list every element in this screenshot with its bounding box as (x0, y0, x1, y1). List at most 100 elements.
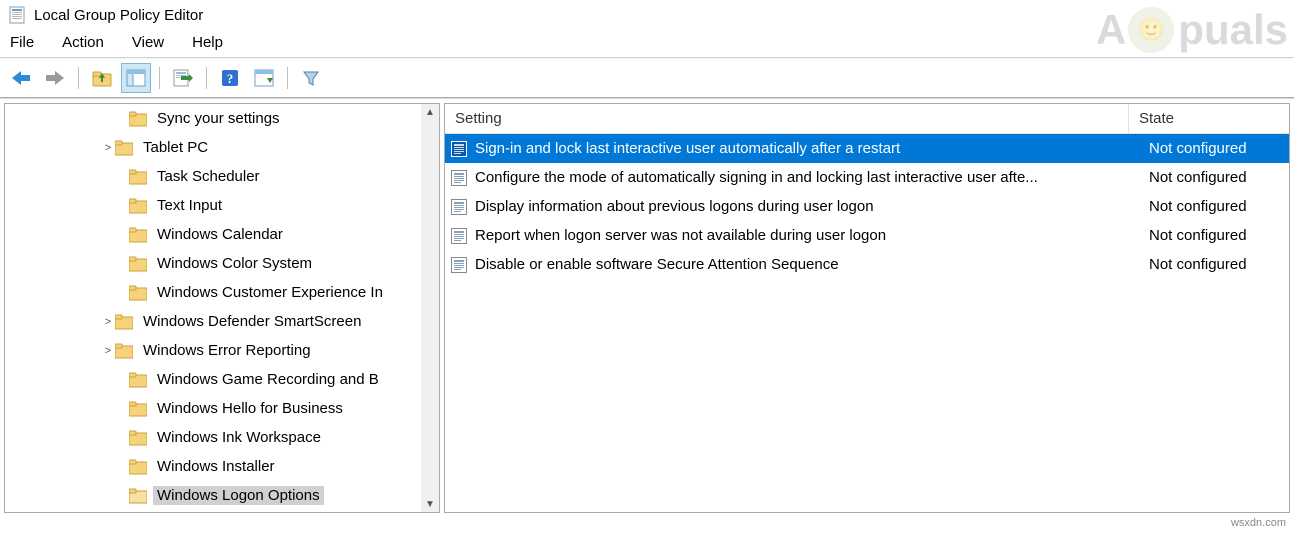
tree-item-label: Sync your settings (153, 109, 284, 128)
tree-item-label: Windows Defender SmartScreen (139, 312, 365, 331)
folder-icon (115, 343, 133, 359)
folder-icon (129, 285, 147, 301)
setting-state: Not configured (1143, 140, 1289, 157)
filter-icon[interactable] (296, 63, 326, 93)
source-note: wsxdn.com (1231, 517, 1286, 529)
tree-item-label: Windows Game Recording and B (153, 370, 383, 389)
policy-item-icon (451, 199, 467, 215)
svg-text:?: ? (227, 71, 234, 86)
folder-icon (129, 169, 147, 185)
tree-item[interactable]: Windows Color System (5, 249, 421, 278)
scroll-down-icon[interactable]: ▼ (422, 496, 438, 512)
tree-item[interactable]: Task Scheduler (5, 162, 421, 191)
setting-name: Configure the mode of automatically sign… (473, 168, 1143, 187)
setting-state: Not configured (1143, 256, 1289, 273)
tree-item-label: Windows Calendar (153, 225, 287, 244)
settings-list[interactable]: Sign-in and lock last interactive user a… (445, 134, 1289, 279)
tree-item[interactable]: Windows Hello for Business (5, 394, 421, 423)
tree-item-label: Windows Hello for Business (153, 399, 347, 418)
app-icon (8, 6, 26, 24)
tree-item-label: Windows Color System (153, 254, 316, 273)
tree-item[interactable]: Windows Media Digital Rights M (5, 510, 421, 512)
folder-icon (129, 401, 147, 417)
up-folder-icon[interactable] (87, 63, 117, 93)
policy-item-icon (451, 141, 467, 157)
expander-icon[interactable]: > (101, 316, 115, 328)
toolbar-separator (287, 67, 288, 89)
tree-item[interactable]: Windows Customer Experience In (5, 278, 421, 307)
toolbar: ? (0, 59, 1294, 97)
folder-icon (129, 227, 147, 243)
tree-item[interactable]: Text Input (5, 191, 421, 220)
toolbar-separator (206, 67, 207, 89)
policy-item-icon (451, 170, 467, 186)
tree-item[interactable]: Windows Installer (5, 452, 421, 481)
policy-item-icon (451, 257, 467, 273)
folder-icon (129, 111, 147, 127)
setting-row[interactable]: Disable or enable software Secure Attent… (445, 250, 1289, 279)
column-setting[interactable]: Setting (445, 104, 1129, 134)
setting-name: Report when logon server was not availab… (473, 226, 1143, 245)
tree-pane: Sync your settings > Tablet PC Task Schedul… (4, 103, 440, 513)
title-bar: Local Group Policy Editor (0, 0, 1294, 30)
tree-item[interactable]: Windows Game Recording and B (5, 365, 421, 394)
setting-row[interactable]: Report when logon server was not availab… (445, 221, 1289, 250)
folder-icon (129, 430, 147, 446)
tree-item-label: Windows Installer (153, 457, 279, 476)
folder-icon (129, 372, 147, 388)
folder-icon (115, 314, 133, 330)
toolbar-separator (159, 67, 160, 89)
scroll-up-icon[interactable]: ▲ (422, 104, 438, 120)
setting-state: Not configured (1143, 198, 1289, 215)
tree-list[interactable]: Sync your settings > Tablet PC Task Schedul… (5, 104, 421, 512)
folder-icon (129, 198, 147, 214)
folder-icon (129, 488, 147, 504)
tree-item[interactable]: Sync your settings (5, 104, 421, 133)
tree-item-label: Text Input (153, 196, 226, 215)
toolbar-separator (78, 67, 79, 89)
setting-name: Disable or enable software Secure Attent… (473, 255, 1143, 274)
tree-item[interactable]: > Tablet PC (5, 133, 421, 162)
setting-name: Display information about previous logon… (473, 197, 1143, 216)
list-header: Setting State (445, 104, 1289, 134)
tree-scrollbar[interactable]: ▲ ▼ (421, 104, 439, 512)
tree-item-label: Windows Customer Experience In (153, 283, 387, 302)
tree-item[interactable]: Windows Ink Workspace (5, 423, 421, 452)
menu-action[interactable]: Action (62, 34, 104, 51)
content-area: Sync your settings > Tablet PC Task Schedul… (0, 98, 1294, 517)
tree-item-label: Tablet PC (139, 138, 212, 157)
back-arrow-icon[interactable] (6, 63, 36, 93)
expander-icon[interactable]: > (101, 345, 115, 357)
export-list-icon[interactable] (168, 63, 198, 93)
tree-item[interactable]: Windows Calendar (5, 220, 421, 249)
tree-item-label: Windows Logon Options (153, 486, 324, 505)
tree-item[interactable]: > Windows Error Reporting (5, 336, 421, 365)
window-title: Local Group Policy Editor (34, 7, 203, 24)
setting-name: Sign-in and lock last interactive user a… (473, 139, 1143, 158)
column-state[interactable]: State (1129, 104, 1289, 134)
tree-item-label: Windows Ink Workspace (153, 428, 325, 447)
setting-state: Not configured (1143, 169, 1289, 186)
forward-arrow-icon[interactable] (40, 63, 70, 93)
tree-item[interactable]: Windows Logon Options (5, 481, 421, 510)
setting-row[interactable]: Configure the mode of automatically sign… (445, 163, 1289, 192)
folder-icon (115, 140, 133, 156)
folder-icon (129, 459, 147, 475)
show-hide-tree-icon[interactable] (121, 63, 151, 93)
setting-state: Not configured (1143, 227, 1289, 244)
menu-bar: File Action View Help (0, 30, 1294, 57)
menu-file[interactable]: File (10, 34, 34, 51)
setting-row[interactable]: Display information about previous logon… (445, 192, 1289, 221)
settings-pane: Setting State Sign-in and lock last inte… (444, 103, 1290, 513)
tree-item-label: Task Scheduler (153, 167, 264, 186)
tree-item-label: Windows Error Reporting (139, 341, 315, 360)
tree-item[interactable]: > Windows Defender SmartScreen (5, 307, 421, 336)
properties-icon[interactable] (249, 63, 279, 93)
setting-row[interactable]: Sign-in and lock last interactive user a… (445, 134, 1289, 163)
menu-view[interactable]: View (132, 34, 164, 51)
expander-icon[interactable]: > (101, 142, 115, 154)
policy-item-icon (451, 228, 467, 244)
folder-icon (129, 256, 147, 272)
help-icon[interactable]: ? (215, 63, 245, 93)
menu-help[interactable]: Help (192, 34, 223, 51)
